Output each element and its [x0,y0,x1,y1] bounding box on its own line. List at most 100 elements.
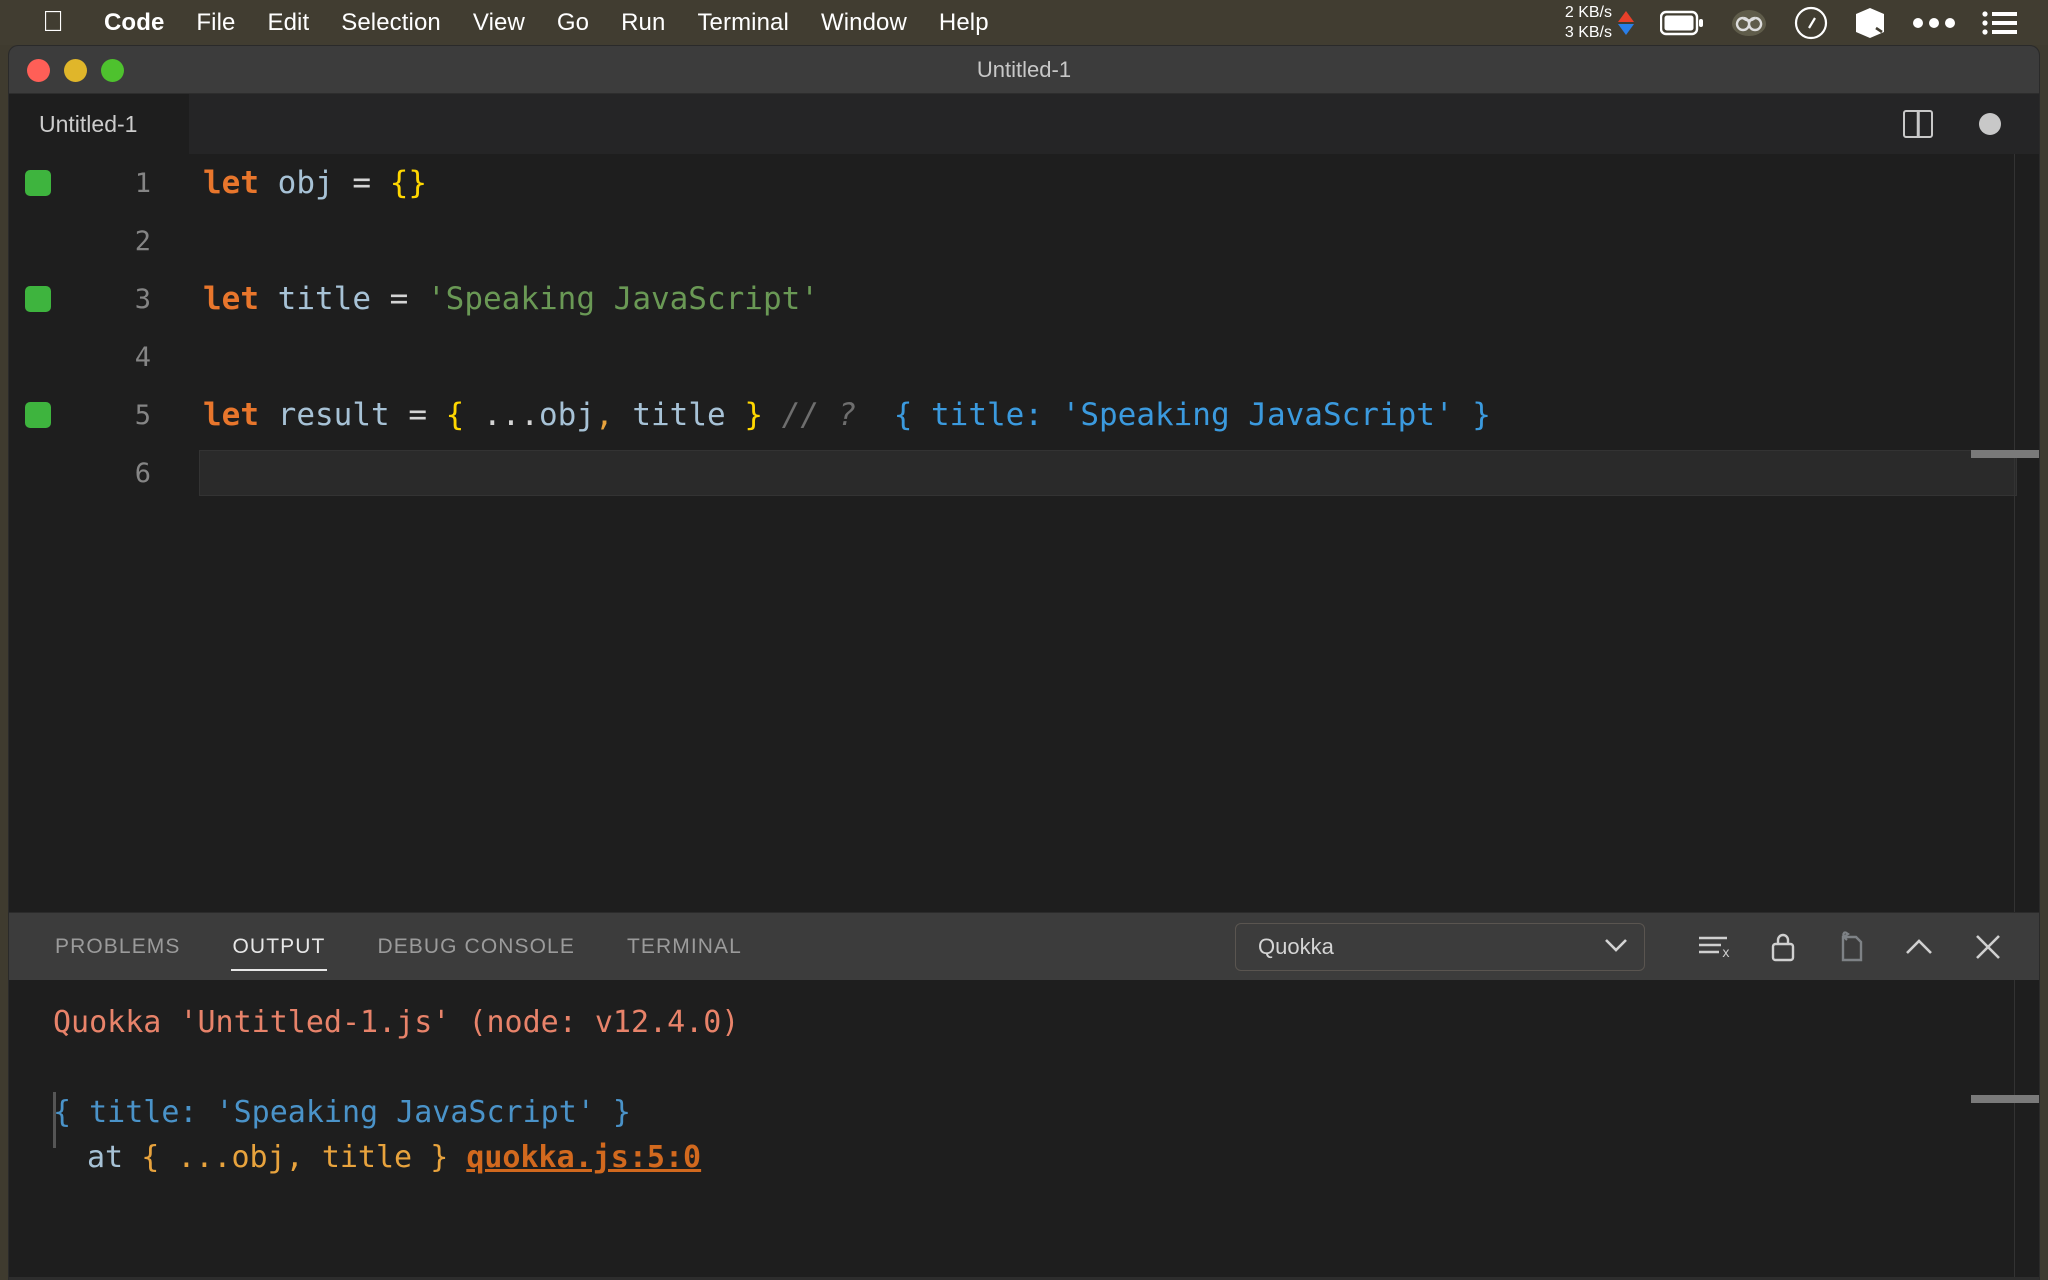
output-runtime: (node: v12.4.0) [468,1005,739,1040]
desktop-screen:  CodeFileEditSelectionViewGoRunTerminal… [0,0,2048,1280]
quokka-run-marker-icon[interactable] [25,286,51,312]
panel-tab-problems[interactable]: PROBLEMS [53,929,183,965]
code-token [408,281,427,317]
menu-item-run[interactable]: Run [605,9,681,37]
clear-output-icon[interactable]: x [1697,932,1731,962]
scrollbar-marker[interactable] [1971,450,2039,458]
dropbox-icon[interactable] [1730,7,1768,39]
network-upload-speed: 2 KB/s [1565,3,1612,23]
editor-tab-label: Untitled-1 [39,111,137,138]
menu-item-go[interactable]: Go [541,9,605,37]
output-result-line: { title: 'Speaking JavaScript' } [53,1090,2039,1136]
line-number: 5 [79,400,155,431]
menu-bar-status-area: 2 KB/s 3 KB/s [1565,3,2034,43]
panel-actions: Quokka x [1235,923,2039,971]
minimize-button[interactable] [64,59,87,82]
output-stack-close-brace: } [430,1140,448,1175]
code-line[interactable]: 5let result = { ...obj, title } // ? { t… [9,386,2039,444]
code-token: title [278,281,371,317]
close-panel-icon[interactable] [1973,932,2003,962]
vscode-window: Untitled-1 Untitled-1 1let obj = {}23let… [8,45,2040,1280]
minimap-separator [2014,154,2015,912]
output-stack-open-brace: { [141,1140,159,1175]
menu-item-view[interactable]: View [457,9,541,37]
code-lines: 1let obj = {}23let title = 'Speaking Jav… [9,154,2039,502]
output-channel-value: Quokka [1258,934,1334,960]
bottom-panel: PROBLEMS OUTPUT DEBUG CONSOLE TERMINAL Quok… [9,912,2039,1277]
code-line[interactable]: 6 [9,444,2039,502]
code-token: // ? [782,397,857,433]
open-in-editor-icon[interactable] [1835,931,1865,963]
battery-icon[interactable] [1660,10,1704,36]
panel-header: PROBLEMS OUTPUT DEBUG CONSOLE TERMINAL Quok… [9,912,2039,980]
unsaved-dot-icon[interactable] [1979,113,2001,135]
code-token: let [203,281,259,317]
output-scrollbar-marker[interactable] [1971,1095,2039,1103]
code-token: let [203,397,259,433]
menu-item-file[interactable]: File [180,9,251,37]
editor-tab-actions [1903,94,2039,154]
panel-tab-terminal[interactable]: TERMINAL [625,929,744,965]
gutter-run-marker-cell [9,170,79,196]
code-token [371,165,390,201]
code-line[interactable]: 1let obj = {} [9,154,2039,212]
menu-item-edit[interactable]: Edit [251,9,325,37]
window-controls [27,46,124,94]
ellipsis-icon[interactable] [1912,16,1956,30]
menu-item-terminal[interactable]: Terminal [681,9,805,37]
code-token: result [278,397,390,433]
menu-item-code[interactable]: Code [88,9,180,37]
output-channel-select[interactable]: Quokka [1235,923,1645,971]
menu-item-window[interactable]: Window [805,9,923,37]
menu-item-help[interactable]: Help [923,9,1005,37]
code-token [427,397,446,433]
quokka-run-marker-icon[interactable] [25,170,51,196]
code-token [334,165,353,201]
list-icon[interactable] [1982,9,2018,37]
collapse-panel-icon[interactable] [1903,936,1935,958]
code-token: ... [483,397,539,433]
code-token: = [408,397,427,433]
window-title-bar: Untitled-1 [9,46,2039,94]
chevron-down-icon [1602,934,1630,960]
download-arrow-icon [1618,24,1634,35]
speedometer-icon[interactable] [1794,6,1828,40]
window-title: Untitled-1 [977,57,1071,83]
code-line[interactable]: 4 [9,328,2039,386]
output-stack-link[interactable]: quokka.js:5:0 [466,1140,701,1175]
code-token [726,397,745,433]
code-token [464,397,483,433]
box-icon[interactable] [1854,6,1886,40]
lock-scroll-icon[interactable] [1769,931,1797,963]
maximize-button[interactable] [101,59,124,82]
code-line[interactable]: 3let title = 'Speaking JavaScript' [9,270,2039,328]
line-number: 4 [79,342,155,373]
editor-tab-untitled-1[interactable]: Untitled-1 [9,94,189,154]
network-speed-indicator[interactable]: 2 KB/s 3 KB/s [1565,3,1634,43]
line-number: 6 [79,458,155,489]
quokka-run-marker-icon[interactable] [25,402,51,428]
code-line[interactable]: 2 [9,212,2039,270]
code-editor[interactable]: 1let obj = {}23let title = 'Speaking Jav… [9,154,2039,912]
editor-tab-bar: Untitled-1 [9,94,2039,154]
code-token: } [744,397,763,433]
code-token [763,397,782,433]
apple-logo-icon[interactable]:  [40,8,66,38]
code-token [371,281,390,317]
panel-tab-output[interactable]: OUTPUT [231,929,328,965]
output-blank-line [53,1046,2039,1090]
quokka-inline-result: { title: 'Speaking JavaScript' } [894,397,1491,433]
panel-tabs: PROBLEMS OUTPUT DEBUG CONSOLE TERMINAL [53,929,792,965]
split-editor-icon[interactable] [1903,110,1933,138]
stack-indent-bar [53,1092,56,1148]
output-header-line: Quokka 'Untitled-1.js' (node: v12.4.0) [53,1000,2039,1046]
output-panel-body[interactable]: Quokka 'Untitled-1.js' (node: v12.4.0) {… [9,980,2039,1277]
code-line-text: let result = { ...obj, title } // ? { ti… [155,397,2039,433]
panel-tab-debug-console[interactable]: DEBUG CONSOLE [375,929,577,965]
menu-item-selection[interactable]: Selection [325,9,457,37]
output-stack-title: title [322,1140,412,1175]
code-line-text: let obj = {} [155,165,2039,201]
code-token [390,397,409,433]
code-token: title [632,397,725,433]
close-button[interactable] [27,59,50,82]
